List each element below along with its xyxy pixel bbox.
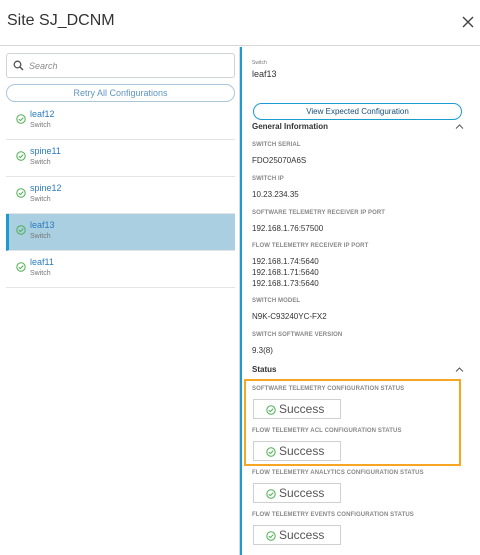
chevron-up-icon[interactable] <box>455 123 464 130</box>
status-badge: Success <box>253 441 341 461</box>
search-icon <box>13 60 24 71</box>
field-label: SOFTWARE TELEMETRY RECEIVER IP PORT <box>252 210 386 216</box>
check-circle-icon <box>266 531 276 541</box>
list-item-spine12[interactable]: spine12 Switch <box>6 177 235 214</box>
field-value: 192.168.1.76:57500 <box>252 224 324 233</box>
item-name: leaf11 <box>30 257 54 267</box>
dialog-title: Site SJ_DCNM <box>7 12 115 29</box>
status-value: Success <box>279 444 325 458</box>
field-value: 192.168.1.74:5640 <box>252 257 319 266</box>
field-value: N9K-C93240YC-FX2 <box>252 312 327 321</box>
check-circle-icon <box>16 151 26 161</box>
field-value: 192.168.1.73:5640 <box>252 279 319 288</box>
field-value: 9.3(8) <box>252 346 273 355</box>
item-name: leaf12 <box>30 109 55 119</box>
status-value: Success <box>279 486 325 500</box>
item-type: Switch <box>30 196 51 203</box>
check-circle-icon <box>266 447 276 457</box>
chevron-up-icon[interactable] <box>455 366 464 373</box>
field-label: SWITCH SOFTWARE VERSION <box>252 332 343 338</box>
item-type: Switch <box>30 270 51 277</box>
field-label: SWITCH MODEL <box>252 298 301 304</box>
field-value: 192.168.1.71:5640 <box>252 268 319 277</box>
view-expected-configuration-button[interactable]: View Expected Configuration <box>253 103 462 120</box>
status-label: FLOW TELEMETRY ANALYTICS CONFIGURATION S… <box>252 470 424 476</box>
search-box[interactable] <box>6 53 235 78</box>
list-item-leaf13[interactable]: leaf13 Switch <box>6 214 235 251</box>
item-name: leaf13 <box>30 220 55 230</box>
check-circle-icon <box>16 262 26 272</box>
check-circle-icon <box>16 114 26 124</box>
switch-label: Switch <box>252 60 267 66</box>
close-icon[interactable] <box>460 14 476 30</box>
check-circle-icon <box>266 489 276 499</box>
switch-name: leaf13 <box>252 69 277 79</box>
switch-list: leaf12 Switch spine11 Switch spine12 Swi… <box>6 103 235 288</box>
field-label: FLOW TELEMETRY RECEIVER IP PORT <box>252 243 369 249</box>
status-badge: Success <box>253 525 341 545</box>
item-type: Switch <box>30 122 51 129</box>
status-heading: Status <box>252 365 277 374</box>
status-value: Success <box>279 402 325 416</box>
check-circle-icon <box>266 405 276 415</box>
retry-all-configurations-button[interactable]: Retry All Configurations <box>6 84 235 102</box>
field-label: SWITCH SERIAL <box>252 142 301 148</box>
search-input[interactable] <box>29 56 229 75</box>
list-item-leaf12[interactable]: leaf12 Switch <box>6 103 235 140</box>
check-circle-icon <box>16 225 26 235</box>
item-name: spine12 <box>30 183 62 193</box>
status-value: Success <box>279 528 325 542</box>
status-badge: Success <box>253 399 341 419</box>
list-item-leaf11[interactable]: leaf11 Switch <box>6 251 235 288</box>
general-information-heading: General Information <box>252 122 329 131</box>
switch-list-pane: Retry All Configurations leaf12 Switch s… <box>0 47 240 555</box>
field-value: 10.23.234.35 <box>252 190 299 199</box>
switch-details-pane: Switch leaf13 View Expected Configuratio… <box>240 47 480 555</box>
item-type: Switch <box>30 159 51 166</box>
field-label: SWITCH IP <box>252 176 284 182</box>
status-label: FLOW TELEMETRY ACL CONFIGURATION STATUS <box>252 428 402 434</box>
check-circle-icon <box>16 188 26 198</box>
dialog-header: Site SJ_DCNM <box>0 0 480 46</box>
item-name: spine11 <box>30 146 61 156</box>
status-label: SOFTWARE TELEMETRY CONFIGURATION STATUS <box>252 386 405 392</box>
status-label: FLOW TELEMETRY EVENTS CONFIGURATION STAT… <box>252 512 414 518</box>
item-type: Switch <box>30 233 51 240</box>
list-item-spine11[interactable]: spine11 Switch <box>6 140 235 177</box>
status-badge: Success <box>253 483 341 503</box>
field-value: FDO25070A6S <box>252 156 307 165</box>
